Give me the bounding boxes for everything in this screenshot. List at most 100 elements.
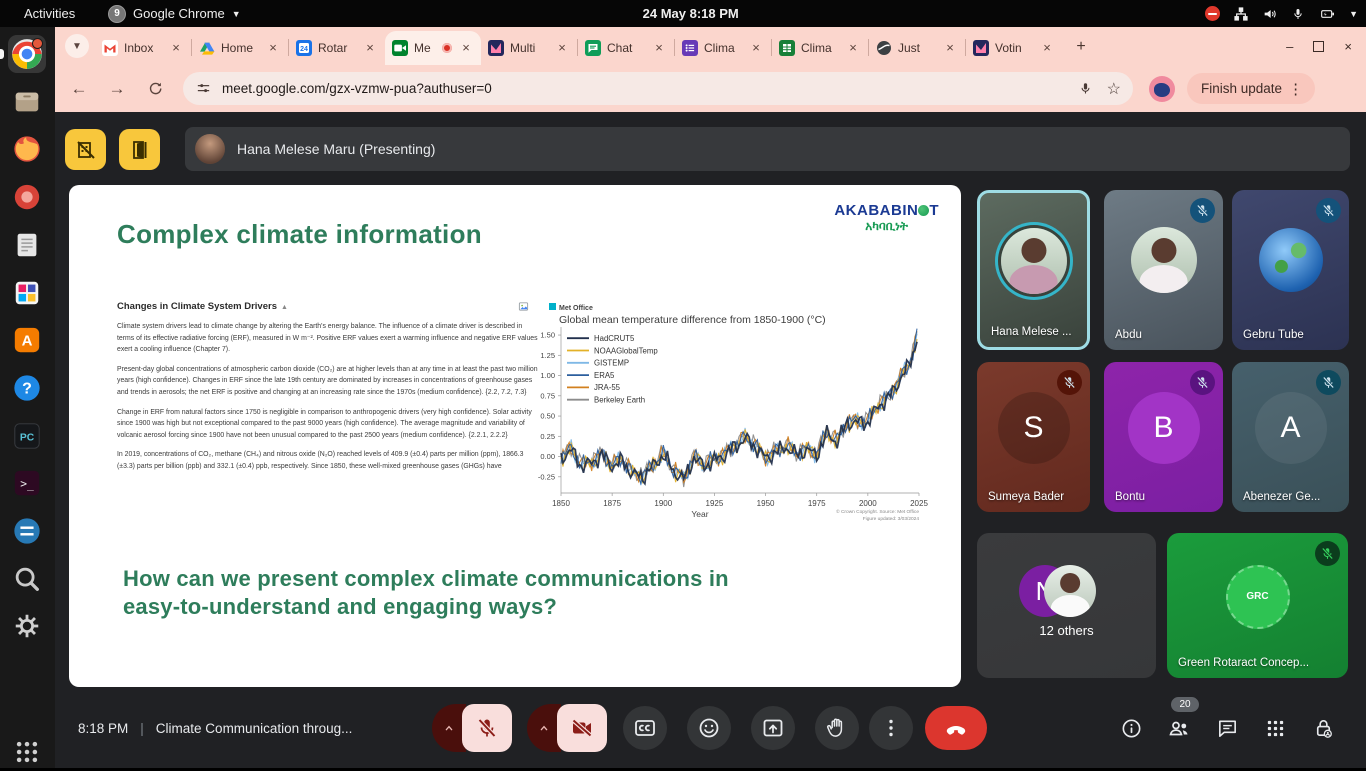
profile-avatar[interactable] <box>1149 76 1175 102</box>
dock-item-help[interactable]: ? <box>8 369 46 407</box>
participant-avatar <box>1001 228 1067 294</box>
dock-item-settings[interactable] <box>8 607 46 645</box>
tab-close-icon[interactable]: × <box>1039 40 1055 56</box>
restore-button[interactable] <box>1313 41 1324 52</box>
voice-search-icon[interactable] <box>1078 81 1093 96</box>
site-settings-icon[interactable] <box>195 80 212 97</box>
tab-clima[interactable]: Clima× <box>675 31 771 65</box>
more-options-button[interactable] <box>869 706 913 750</box>
tab-just[interactable]: Just× <box>869 31 965 65</box>
tab-chat[interactable]: Chat× <box>578 31 674 65</box>
tab-me-active[interactable]: Me× <box>385 31 481 65</box>
tab-votin[interactable]: Votin× <box>966 31 1062 65</box>
dock-item-show-apps[interactable] <box>8 733 46 771</box>
y-tick-label: 0.25 <box>540 432 555 441</box>
tab-rotar[interactable]: 24Rotar× <box>289 31 385 65</box>
firefox-icon <box>12 134 42 164</box>
forward-button[interactable]: → <box>103 75 131 103</box>
system-status-icons[interactable]: ▼ <box>1205 0 1358 27</box>
tab-close-icon[interactable]: × <box>845 40 861 56</box>
finish-update-button[interactable]: Finish update ⋮ <box>1187 73 1315 104</box>
legend-label: GISTEMP <box>594 359 629 368</box>
clock[interactable]: 24 May 8:18 PM <box>643 0 739 27</box>
dock-item-magnifier[interactable] <box>8 560 46 598</box>
app-menu[interactable]: 9 Google Chrome ▼ <box>108 0 241 27</box>
dock-item-firefox[interactable] <box>8 130 46 168</box>
x-tick-label: 1875 <box>603 499 621 508</box>
tab-search-button[interactable]: ▼ <box>65 34 89 58</box>
microphone-toggle-button[interactable] <box>462 704 512 752</box>
dock-item-recorder[interactable] <box>8 178 46 216</box>
present-button[interactable] <box>751 706 795 750</box>
meeting-details-button[interactable] <box>1115 710 1147 746</box>
activities-button[interactable] <box>1259 710 1291 746</box>
participant-tile-12-others[interactable]: N12 others <box>977 533 1156 678</box>
y-tick-label: 1.25 <box>540 351 555 360</box>
do-not-disturb-icon <box>1205 6 1220 21</box>
address-bar[interactable]: meet.google.com/gzx-vzmw-pua?authuser=0 … <box>183 72 1133 105</box>
microphone-options-button[interactable] <box>432 704 466 752</box>
raise-hand-button[interactable] <box>815 706 859 750</box>
mentimeter-icon <box>973 40 989 56</box>
reactions-button[interactable] <box>687 706 731 750</box>
participant-name: Bontu <box>1115 491 1145 503</box>
dock-item-pc-app[interactable]: PC <box>8 417 46 455</box>
activities-button[interactable]: Activities <box>18 0 81 27</box>
x-tick-label: 2000 <box>859 499 877 508</box>
legend-label: ERA5 <box>594 371 615 380</box>
chevron-down-icon: ▼ <box>232 9 241 19</box>
host-controls-button[interactable] <box>1307 710 1339 746</box>
participant-tile-abdu[interactable]: Abdu <box>1104 190 1223 350</box>
tab-close-icon[interactable]: × <box>942 40 958 56</box>
met-office-logo-icon <box>549 303 556 310</box>
new-tab-button[interactable]: + <box>1068 34 1094 60</box>
dock-item-text-editor[interactable] <box>8 226 46 264</box>
camera-toggle-button[interactable] <box>557 704 607 752</box>
participant-tile-green-rotaract-concep[interactable]: GRCGreen Rotaract Concep... <box>1167 533 1348 678</box>
end-call-button[interactable] <box>925 706 987 750</box>
participant-tile-sumeya-bader[interactable]: SSumeya Bader <box>977 362 1090 512</box>
files-icon <box>12 87 42 117</box>
close-button[interactable]: × <box>1344 39 1352 54</box>
dock-item-office[interactable] <box>8 274 46 312</box>
chat-button[interactable] <box>1211 710 1243 746</box>
gmail-icon <box>102 40 118 56</box>
dock-item-files[interactable] <box>8 83 46 121</box>
dock-item-chrome[interactable] <box>8 35 46 73</box>
participant-tile-bontu[interactable]: BBontu <box>1104 362 1223 512</box>
tab-inbox[interactable]: Inbox× <box>95 31 191 65</box>
tab-close-icon[interactable]: × <box>168 40 184 56</box>
participant-tile-abenezer-ge[interactable]: AAbenezer Ge... <box>1232 362 1349 512</box>
tab-close-icon[interactable]: × <box>554 40 570 56</box>
recording-indicator-icon <box>442 43 452 53</box>
tab-close-icon[interactable]: × <box>265 40 281 56</box>
minimize-button[interactable]: – <box>1286 39 1293 54</box>
captions-button[interactable] <box>623 706 667 750</box>
back-button[interactable]: ← <box>65 75 93 103</box>
participant-tile-hana-melese[interactable]: Hana Melese ... <box>977 190 1090 350</box>
bookmark-star-icon[interactable]: ☆ <box>1107 79 1121 99</box>
presentation-warning-button[interactable] <box>65 129 106 170</box>
x-tick-label: 2025 <box>910 499 928 508</box>
tab-close-icon[interactable]: × <box>458 40 474 56</box>
open-door-button[interactable] <box>119 129 160 170</box>
tab-label: Home <box>221 41 259 55</box>
tab-clima[interactable]: Clima× <box>772 31 868 65</box>
browser-menu-icon[interactable]: ⋮ <box>1282 80 1309 98</box>
participant-tile-gebru-tube[interactable]: Gebru Tube <box>1232 190 1349 350</box>
reload-button[interactable] <box>141 75 169 103</box>
dock-item-appstore[interactable]: A <box>8 321 46 359</box>
tab-close-icon[interactable]: × <box>651 40 667 56</box>
tab-close-icon[interactable]: × <box>362 40 378 56</box>
dock: A? PC >_ <box>0 27 55 768</box>
tab-close-icon[interactable]: × <box>748 40 764 56</box>
dock-item-terminal[interactable]: >_ <box>8 464 46 502</box>
dock-item-remmina[interactable] <box>8 512 46 550</box>
x-tick-label: 1950 <box>757 499 775 508</box>
people-button[interactable] <box>1163 710 1195 746</box>
tab-home[interactable]: Home × <box>192 31 288 65</box>
appstore-icon: A <box>12 325 42 355</box>
tab-multi[interactable]: Multi× <box>481 31 577 65</box>
camera-options-button[interactable] <box>527 704 561 752</box>
presenter-banner[interactable]: Hana Melese Maru (Presenting) <box>185 127 1350 171</box>
